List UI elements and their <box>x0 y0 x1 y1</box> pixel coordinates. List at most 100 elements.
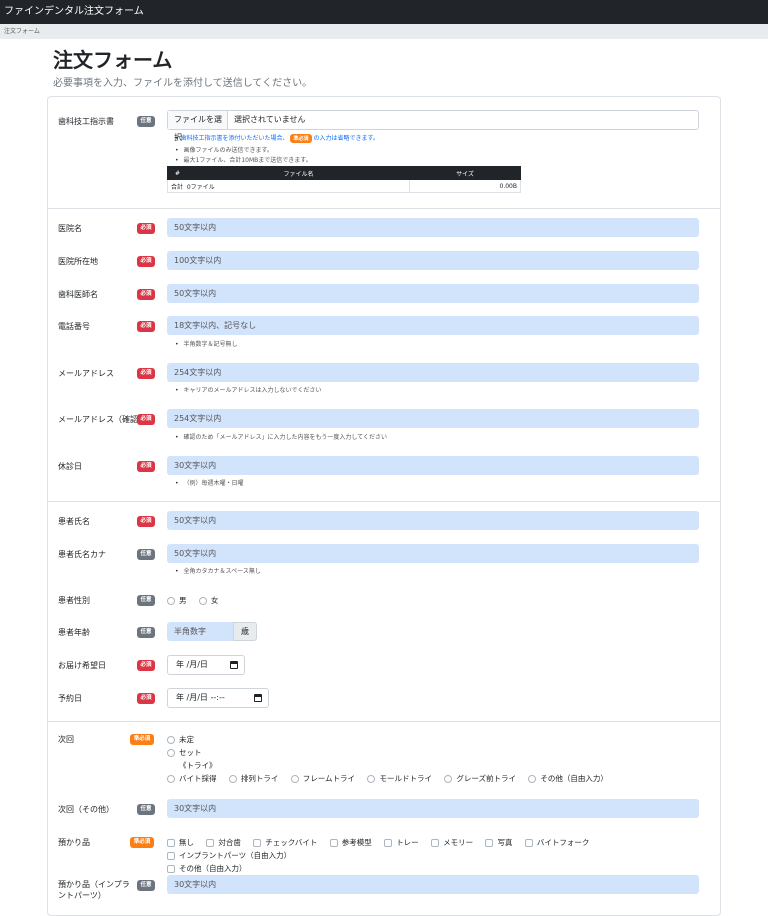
required-badge: 必須 <box>137 660 155 671</box>
file-status: 選択されていません <box>234 115 306 124</box>
holiday-hint: （例）毎週木曜・日曜 <box>175 478 244 487</box>
radio-icon <box>167 775 175 783</box>
checkbox-icon <box>431 839 440 847</box>
breadcrumb-item[interactable]: 注文フォーム <box>4 28 40 35</box>
try-option[interactable]: グレーズ前トライ <box>444 772 516 785</box>
delivery-date-value: 年 /月/日 <box>176 660 208 669</box>
checkbox-icon <box>485 839 494 847</box>
deposit-option[interactable]: インプラントパーツ（自由入力） <box>167 849 291 862</box>
deposit-option[interactable]: 対合歯 <box>206 836 241 849</box>
checkbox-icon <box>524 839 533 847</box>
checkbox-icon <box>253 839 262 847</box>
optional-badge: 任意 <box>137 116 155 127</box>
calendar-icon[interactable] <box>230 661 238 669</box>
deposits-label: 預かり品 <box>58 838 90 847</box>
gender-option-male[interactable]: 男 <box>167 594 187 607</box>
file-select-button[interactable]: ファイルを選択 <box>168 111 228 142</box>
required-badge: 必須 <box>137 461 155 472</box>
divider <box>48 721 720 722</box>
semi-required-badge: 準必須 <box>130 734 154 745</box>
clinic-address-input[interactable]: 100文字以内 <box>167 251 699 270</box>
next-visit-option-set[interactable]: セット <box>167 746 202 759</box>
file-label: 歯科技工指示書 <box>58 117 114 126</box>
try-heading: 《トライ》 <box>179 761 217 770</box>
required-badge: 必須 <box>137 414 155 425</box>
required-badge: 必須 <box>137 693 155 704</box>
app-title: ファインデンタル注文フォーム <box>4 6 144 17</box>
file-hint-3: 最大1ファイル、合計10MBまで送信できます。 <box>175 155 312 164</box>
file-hint-2: 画像ファイルのみ送信できます。 <box>175 145 273 154</box>
file-hint-1: • 歯科技工指示書を添付いただいた場合、 準必須 の入力は省略できます。 <box>175 134 379 143</box>
appointment-value: 年 /月/日 --:-- <box>176 693 225 702</box>
gender-option-female[interactable]: 女 <box>198 594 218 607</box>
try-option[interactable]: フレームトライ <box>290 772 355 785</box>
next-visit-label: 次回 <box>58 735 74 744</box>
deposit-option[interactable]: 参考模型 <box>329 836 372 849</box>
optional-badge: 任意 <box>137 627 155 638</box>
patient-name-input[interactable]: 50文字以内 <box>167 511 699 530</box>
order-form: 歯科技工指示書 任意 ファイルを選択 選択されていません • 歯科技工指示書を添… <box>47 96 721 916</box>
semi-required-badge: 準必須 <box>130 837 154 848</box>
divider <box>48 208 720 209</box>
deposit-option-other[interactable]: その他（自由入力） <box>167 862 247 875</box>
try-option[interactable]: 排列トライ <box>228 772 278 785</box>
checkbox-icon <box>329 839 338 847</box>
page-subtitle: 必要事項を入力、ファイルを添付して送信してください。 <box>53 78 313 89</box>
email-input[interactable]: 254文字以内 <box>167 363 699 382</box>
email-confirm-input[interactable]: 254文字以内 <box>167 409 699 428</box>
clinic-name-label: 医院名 <box>58 224 82 233</box>
patient-gender-label: 患者性別 <box>58 596 90 605</box>
next-visit-other-input[interactable]: 30文字以内 <box>167 799 699 818</box>
file-input[interactable]: ファイルを選択 選択されていません <box>167 110 699 142</box>
page-title: 注文フォーム <box>53 48 173 72</box>
implant-parts-input[interactable]: 30文字以内 <box>167 875 699 894</box>
required-badge: 必須 <box>137 223 155 234</box>
radio-icon <box>167 597 175 605</box>
checkbox-icon <box>167 865 175 873</box>
radio-icon <box>290 775 299 783</box>
radio-icon <box>528 775 537 783</box>
deposit-option[interactable]: トレー <box>384 836 419 849</box>
next-visit-other-label: 次回（その他） <box>58 805 114 814</box>
appointment-input[interactable]: 年 /月/日 --:-- <box>167 688 269 708</box>
radio-icon <box>228 775 237 783</box>
holiday-input[interactable]: 30文字以内 <box>167 456 699 475</box>
patient-age-input[interactable]: 半角数字 <box>167 622 233 641</box>
required-badge: 必須 <box>137 368 155 379</box>
patient-kana-input[interactable]: 50文字以内 <box>167 544 699 563</box>
checkbox-icon <box>206 839 215 847</box>
radio-icon <box>444 775 453 783</box>
checkbox-icon <box>167 839 175 847</box>
deposit-option[interactable]: メモリー <box>431 836 473 849</box>
file-table-header-index: # <box>167 166 188 180</box>
app-header: ファインデンタル注文フォーム <box>0 0 768 24</box>
calendar-icon[interactable] <box>254 694 262 702</box>
patient-kana-hint: 全角カタカナ＆スペース無し <box>175 566 261 575</box>
file-table: # ファイル名 サイズ 合計 0ファイル 0.00B <box>167 166 521 193</box>
deposit-option[interactable]: 無し <box>167 836 194 849</box>
email-confirm-hint: 確認のため「メールアドレス」に入力した内容をもう一度入力してください <box>175 432 387 441</box>
next-visit-option-unset[interactable]: 未定 <box>167 733 194 746</box>
holiday-label: 休診日 <box>58 462 82 471</box>
phone-input[interactable]: 18文字以内、記号なし <box>167 316 699 335</box>
phone-label: 電話番号 <box>58 322 90 331</box>
try-option[interactable]: バイト採得 <box>167 772 217 785</box>
dentist-name-input[interactable]: 50文字以内 <box>167 284 699 303</box>
required-badge: 必須 <box>137 289 155 300</box>
next-visit-options: 未定 セット 《トライ》 バイト採得 排列トライ フレームトライ モールドトライ… <box>167 733 707 785</box>
checkbox-icon <box>384 839 393 847</box>
deposit-option[interactable]: 写真 <box>485 836 512 849</box>
clinic-name-input[interactable]: 50文字以内 <box>167 218 699 237</box>
patient-name-label: 患者氏名 <box>58 517 90 526</box>
phone-hint: 半角数字＆記号無し <box>175 339 238 348</box>
deposit-option[interactable]: バイトフォーク <box>524 836 589 849</box>
deposit-option[interactable]: チェックバイト <box>253 836 317 849</box>
email-confirm-label: メールアドレス（確認） <box>58 415 146 424</box>
try-option[interactable]: その他（自由入力） <box>528 772 608 785</box>
delivery-date-input[interactable]: 年 /月/日 <box>167 655 245 675</box>
breadcrumb: 注文フォーム <box>0 24 768 39</box>
delivery-date-label: お届け希望日 <box>58 661 106 670</box>
appointment-label: 予約日 <box>58 694 82 703</box>
try-option[interactable]: モールドトライ <box>367 772 432 785</box>
radio-icon <box>167 749 175 757</box>
